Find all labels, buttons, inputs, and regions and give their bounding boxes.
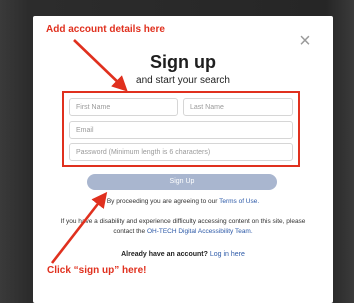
terms-notice: By proceeding you are agreeing to our Te…: [33, 198, 333, 205]
fields-highlight-box: [62, 91, 300, 167]
terms-prefix: By proceeding you are agreeing to our: [106, 198, 220, 205]
annotation-top-label: Add account details here: [46, 24, 165, 35]
terms-of-use-link[interactable]: Terms of Use.: [219, 198, 259, 205]
close-icon[interactable]: ×: [297, 31, 313, 51]
accessibility-team-link[interactable]: OH-TECH Digital Accessibility Team.: [147, 228, 253, 235]
login-prompt: Already have an account? Log in here: [33, 251, 333, 258]
accessibility-notice: If you have a disability and experience …: [60, 217, 306, 237]
annotation-bottom-label: Click “sign up” here!: [47, 265, 147, 276]
login-prefix: Already have an account?: [121, 251, 210, 258]
sign-up-button[interactable]: Sign Up: [87, 174, 277, 190]
dialog-title: Sign up: [150, 52, 216, 72]
dialog-subtitle: and start your search: [136, 75, 230, 86]
log-in-link[interactable]: Log in here: [210, 251, 245, 258]
